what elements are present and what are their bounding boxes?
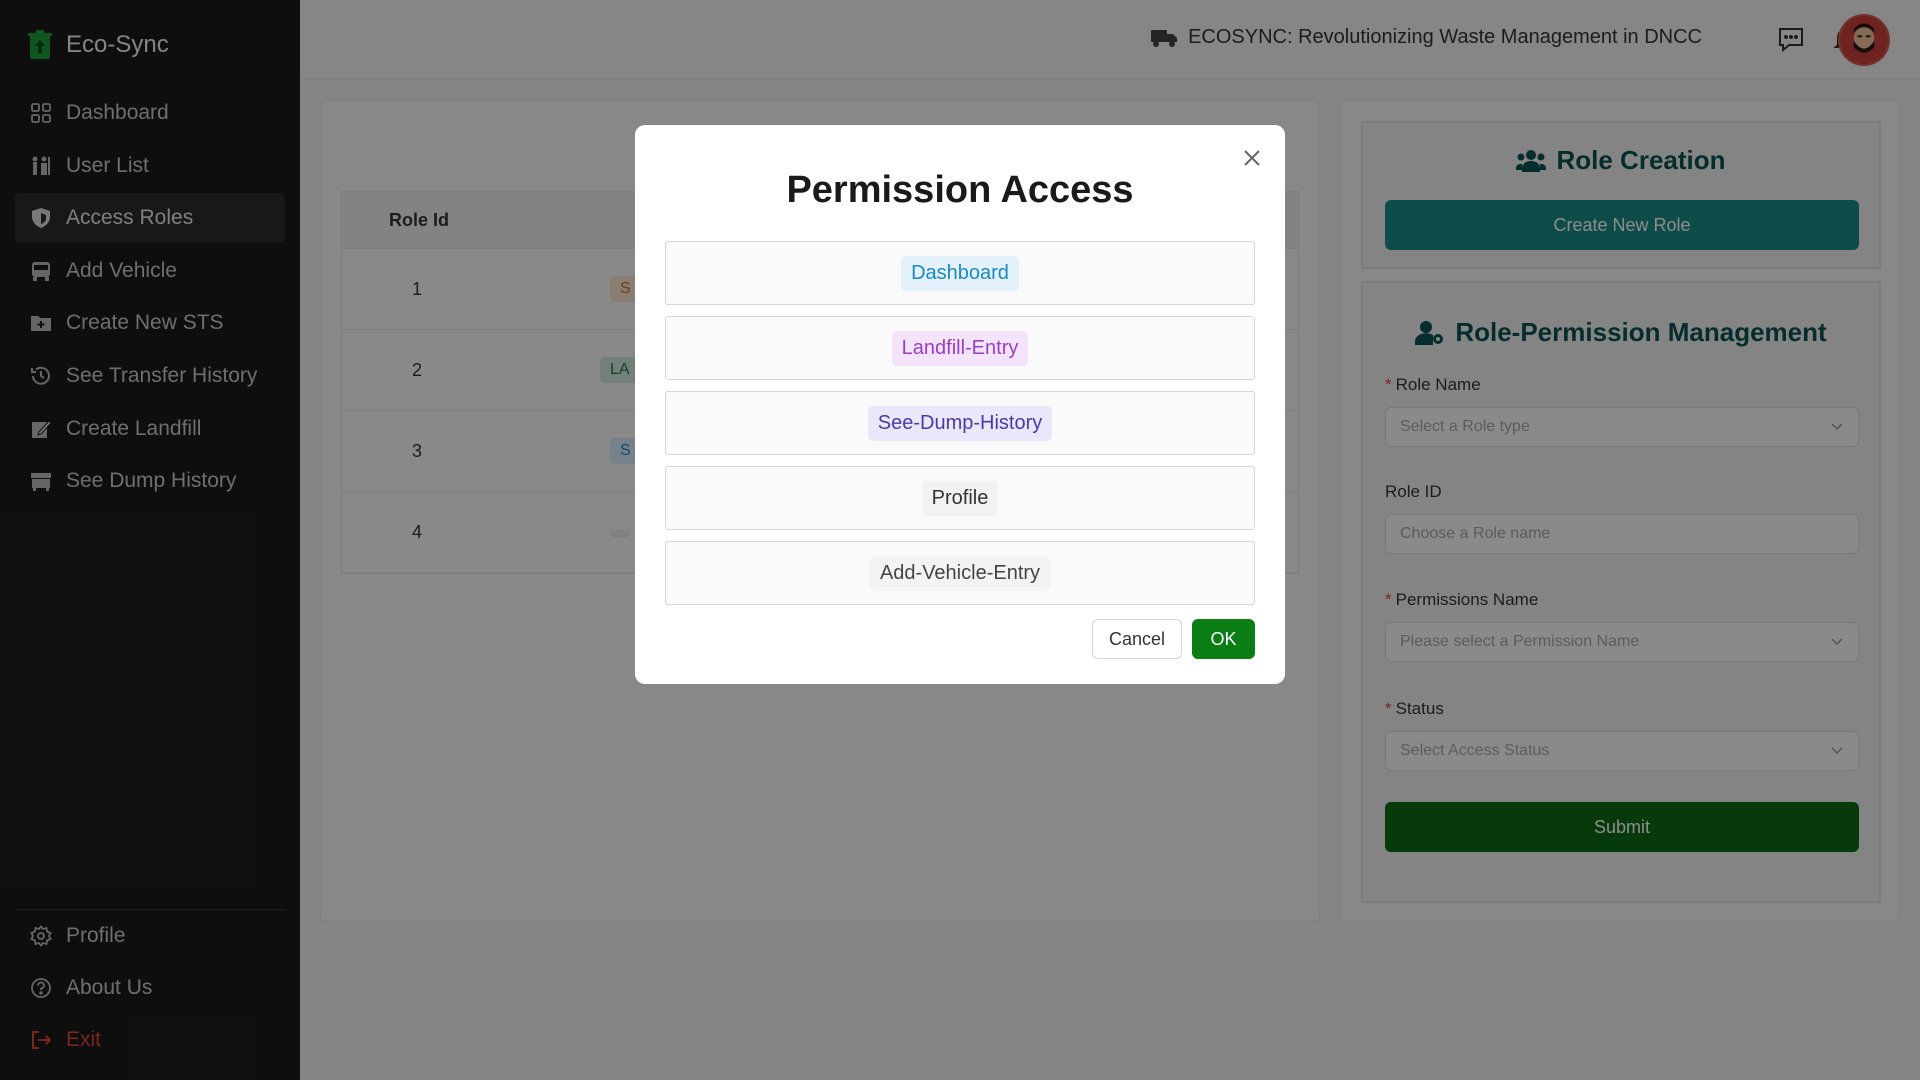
cancel-button[interactable]: Cancel (1092, 619, 1182, 659)
permission-item: Landfill-Entry (665, 316, 1255, 380)
permission-access-modal: Permission Access Dashboard Landfill-Ent… (635, 125, 1285, 684)
ok-button[interactable]: OK (1192, 619, 1255, 659)
close-icon[interactable] (1241, 147, 1263, 169)
permission-tag: Profile (921, 480, 999, 516)
permission-item: Dashboard (665, 241, 1255, 305)
permission-item: See-Dump-History (665, 391, 1255, 455)
permission-tag: Landfill-Entry (891, 330, 1029, 366)
permission-tag: See-Dump-History (867, 405, 1053, 441)
modal-title: Permission Access (786, 169, 1134, 211)
permission-tag: Dashboard (901, 255, 1019, 291)
permission-item: Profile (665, 466, 1255, 530)
permission-tag: Add-Vehicle-Entry (869, 555, 1051, 591)
permission-item: Add-Vehicle-Entry (665, 541, 1255, 605)
